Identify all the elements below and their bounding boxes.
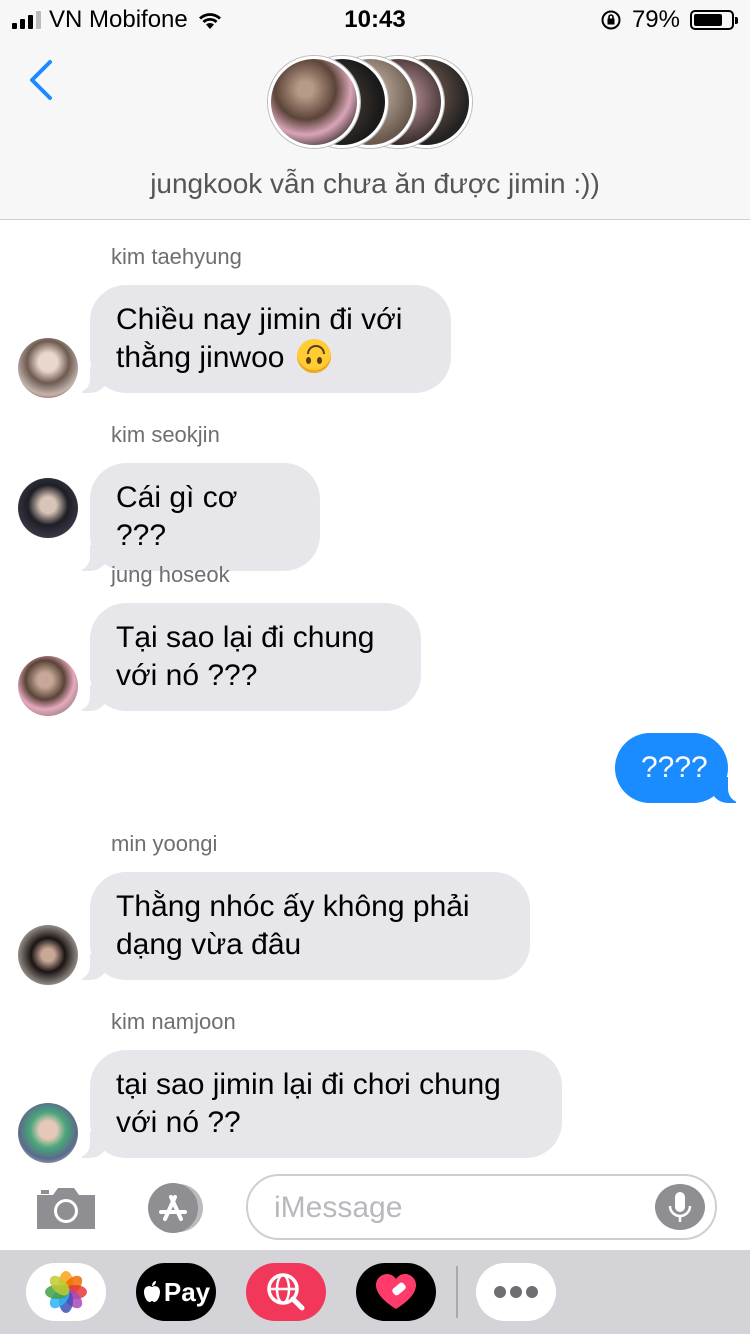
apple-pay-button[interactable]: Pay xyxy=(136,1263,216,1321)
rotation-lock-icon xyxy=(601,10,621,30)
message-line: với nó ??? xyxy=(116,659,258,692)
camera-icon[interactable] xyxy=(33,1183,99,1233)
apple-pay-label: Pay xyxy=(163,1276,211,1307)
message-line: Cái gì cơ ??? xyxy=(116,481,238,552)
message-bubble[interactable]: Tại sao lại đi chung với nó ??? xyxy=(68,603,421,711)
avatar[interactable] xyxy=(18,656,78,716)
message-input[interactable] xyxy=(272,1188,646,1228)
avatar[interactable] xyxy=(18,1103,78,1163)
sender-name: min yoongi xyxy=(111,831,218,856)
avatar xyxy=(268,56,360,148)
group-avatars[interactable] xyxy=(268,56,488,156)
sender-name: kim taehyung xyxy=(111,244,242,269)
conversation-header: VN Mobifone 10:43 79% jungkook vẫn chưa … xyxy=(0,0,750,220)
globe-search-icon xyxy=(267,1273,305,1311)
photos-icon xyxy=(45,1271,87,1313)
microphone-icon xyxy=(668,1192,692,1222)
message-line: Chiều nay jimin đi với xyxy=(116,303,403,336)
digital-touch-app-button[interactable] xyxy=(356,1263,436,1321)
image-search-app-button[interactable] xyxy=(246,1263,326,1321)
app-store-icon[interactable] xyxy=(141,1181,211,1235)
message-bubble[interactable]: Thằng nhóc ấy không phải dạng vừa đâu xyxy=(68,872,530,980)
sender-name: kim seokjin xyxy=(111,422,220,447)
imessage-screen: VN Mobifone 10:43 79% jungkook vẫn chưa … xyxy=(0,0,750,1334)
drawer-separator xyxy=(456,1266,458,1318)
message-line: dạng vừa đâu xyxy=(116,928,302,961)
battery-percentage: 79% xyxy=(631,6,680,33)
battery-icon xyxy=(690,10,738,30)
apple-pay-icon xyxy=(143,1281,160,1302)
status-bar: VN Mobifone 10:43 79% xyxy=(0,0,750,40)
more-icon xyxy=(494,1286,538,1298)
sender-name: jung hoseok xyxy=(111,562,230,587)
message-bubble-outgoing[interactable]: ???? xyxy=(615,733,750,803)
message-line: với nó ?? xyxy=(116,1106,241,1139)
composer-bar xyxy=(0,1165,750,1250)
message-line: Tại sao lại đi chung xyxy=(116,621,375,654)
message-line: thằng jinwoo xyxy=(116,341,285,374)
upside-down-face-icon xyxy=(296,339,331,373)
avatar[interactable] xyxy=(18,478,78,538)
message-bubble[interactable]: Chiều nay jimin đi với thằng jinwoo xyxy=(68,285,451,393)
heart-icon xyxy=(376,1274,416,1309)
sender-name: kim namjoon xyxy=(111,1009,236,1034)
message-line: tại sao jimin lại đi chơi chung xyxy=(116,1068,501,1101)
group-name[interactable]: jungkook vẫn chưa ăn được jimin :)) xyxy=(0,168,750,200)
photos-app-button[interactable] xyxy=(26,1263,106,1321)
back-chevron-icon[interactable] xyxy=(26,58,56,102)
app-drawer: Pay xyxy=(0,1250,750,1334)
message-line: ???? xyxy=(641,751,708,784)
right-status: 79% xyxy=(600,6,738,34)
avatar[interactable] xyxy=(18,338,78,398)
message-bubble[interactable]: tại sao jimin lại đi chơi chung với nó ?… xyxy=(68,1050,562,1158)
avatar[interactable] xyxy=(18,925,78,985)
microphone-button[interactable] xyxy=(655,1184,705,1230)
message-line: Thằng nhóc ấy không phải xyxy=(116,890,470,923)
message-bubble[interactable]: Cái gì cơ ??? xyxy=(68,463,320,571)
more-apps-button[interactable] xyxy=(476,1263,556,1321)
message-input-field[interactable] xyxy=(246,1174,717,1240)
